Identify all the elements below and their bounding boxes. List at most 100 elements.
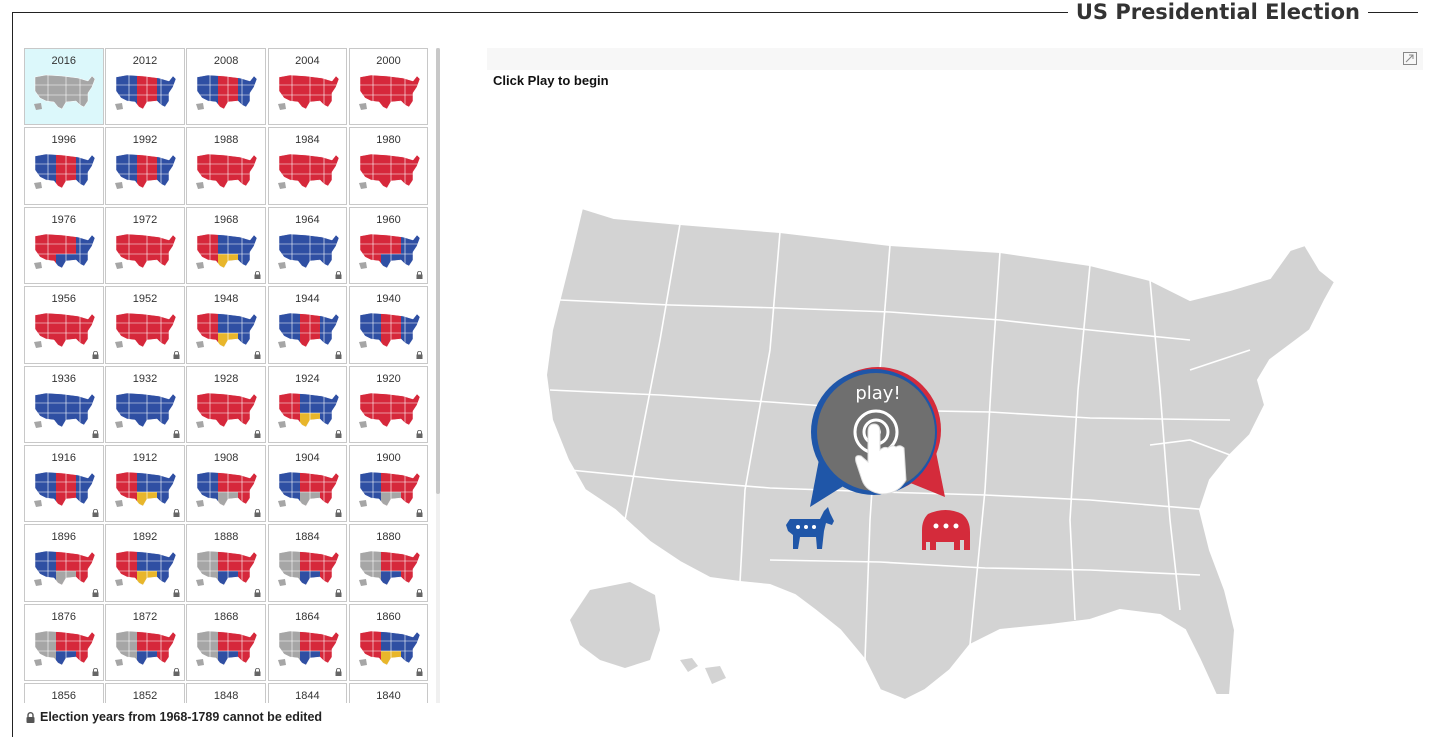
- year-tile[interactable]: 2004: [267, 48, 348, 126]
- mini-election-map: [358, 233, 421, 269]
- year-tile[interactable]: 1896: [24, 524, 104, 602]
- year-tile[interactable]: 1956: [24, 286, 104, 364]
- year-tile[interactable]: 1996: [24, 127, 104, 205]
- year-label: 1840: [376, 690, 401, 703]
- year-tile[interactable]: 1940: [348, 286, 429, 364]
- lock-icon: [26, 711, 35, 723]
- year-tile[interactable]: 1860: [348, 603, 429, 682]
- year-tile[interactable]: 1992: [105, 127, 185, 205]
- year-label: 1844: [295, 690, 320, 703]
- mini-election-map: [196, 233, 258, 269]
- year-label: 1948: [213, 293, 239, 306]
- mini-election-map: [358, 74, 421, 110]
- mini-election-map: [34, 392, 96, 428]
- year-label: 2016: [51, 55, 77, 67]
- year-tile[interactable]: 1912: [105, 444, 185, 523]
- year-tile[interactable]: 1920: [348, 365, 429, 443]
- year-label: 1916: [51, 451, 77, 464]
- year-tile[interactable]: 1928: [186, 365, 266, 443]
- year-tile[interactable]: 1876: [24, 603, 104, 682]
- year-tile[interactable]: 1980: [348, 127, 429, 205]
- mini-election-map: [358, 551, 421, 587]
- year-tile[interactable]: 1888: [186, 524, 266, 602]
- year-label: 1988: [213, 134, 239, 147]
- lock-icon: [254, 668, 261, 677]
- year-label: 1936: [51, 372, 77, 385]
- lock-icon: [173, 588, 180, 597]
- year-tile[interactable]: 1900: [348, 444, 429, 523]
- year-tile[interactable]: 1868: [186, 603, 266, 682]
- year-tile[interactable]: 1972: [105, 206, 185, 285]
- donkey-icon: [786, 507, 834, 549]
- year-tile[interactable]: 1924: [267, 365, 348, 443]
- year-label: 1964: [295, 213, 320, 226]
- year-tile[interactable]: 1932: [105, 365, 185, 443]
- mini-election-map: [34, 630, 96, 666]
- lock-icon: [416, 588, 423, 597]
- year-tile[interactable]: 1988: [186, 127, 266, 205]
- year-tile[interactable]: 1984: [267, 127, 348, 205]
- year-tile[interactable]: 1856: [24, 683, 104, 703]
- year-label: 1888: [213, 531, 239, 544]
- year-label: 1912: [132, 451, 158, 464]
- lock-icon: [173, 350, 180, 359]
- year-label: 1868: [213, 610, 239, 623]
- mini-election-map: [34, 312, 96, 349]
- mini-election-map: [277, 233, 339, 269]
- lock-icon: [335, 668, 342, 677]
- alaska-shape: [570, 582, 660, 668]
- year-label: 1928: [213, 372, 239, 385]
- mini-election-map: [115, 74, 177, 110]
- year-tile[interactable]: 2000: [348, 48, 429, 126]
- lock-icon: [92, 588, 99, 597]
- year-tile[interactable]: 1884: [267, 524, 348, 602]
- year-label: 2012: [132, 55, 158, 67]
- year-tile[interactable]: 1892: [105, 524, 185, 602]
- year-tile[interactable]: 1936: [24, 365, 104, 443]
- year-tile[interactable]: 1852: [105, 683, 185, 703]
- mini-election-map: [196, 630, 258, 666]
- mini-election-map: [115, 471, 177, 507]
- expand-icon[interactable]: [1403, 52, 1417, 65]
- year-tile[interactable]: 2012: [105, 48, 185, 126]
- year-tile[interactable]: 1844: [267, 683, 348, 703]
- mini-election-map: [115, 630, 177, 666]
- year-label: 1944: [295, 293, 320, 306]
- year-tile[interactable]: 1964: [267, 206, 348, 285]
- mini-election-map: [115, 551, 177, 587]
- year-label: 1892: [132, 531, 158, 544]
- year-tile[interactable]: 1864: [267, 603, 348, 682]
- mini-election-map: [277, 630, 339, 666]
- year-label: 1924: [295, 372, 320, 385]
- year-label: 1876: [51, 610, 77, 623]
- year-label: 1940: [376, 293, 401, 306]
- year-tile[interactable]: 1952: [105, 286, 185, 364]
- lock-icon: [335, 588, 342, 597]
- year-tile[interactable]: 2008: [186, 48, 266, 126]
- year-tile[interactable]: 1944: [267, 286, 348, 364]
- year-label: 1976: [51, 213, 77, 226]
- mini-election-map: [277, 154, 339, 190]
- year-tile[interactable]: 1872: [105, 603, 185, 682]
- mini-election-map: [358, 471, 421, 507]
- lock-icon: [254, 509, 261, 518]
- lock-icon: [335, 509, 342, 518]
- year-tile[interactable]: 1904: [267, 444, 348, 523]
- year-tile[interactable]: 1968: [186, 206, 266, 285]
- year-tile[interactable]: 2016: [24, 48, 104, 126]
- grid-scrollbar-thumb[interactable]: [436, 48, 440, 494]
- mini-election-map: [115, 154, 177, 190]
- year-tile[interactable]: 1976: [24, 206, 104, 285]
- year-tile[interactable]: 1908: [186, 444, 266, 523]
- year-tile[interactable]: 1880: [348, 524, 429, 602]
- year-tile[interactable]: 1848: [186, 683, 266, 703]
- mini-election-map: [34, 233, 96, 269]
- lock-icon: [254, 429, 261, 438]
- mini-election-map: [196, 471, 258, 507]
- year-tile[interactable]: 1960: [348, 206, 429, 285]
- year-tile[interactable]: 1916: [24, 444, 104, 523]
- year-label: 1992: [132, 134, 158, 147]
- year-label: 1968: [213, 213, 239, 226]
- year-tile[interactable]: 1840: [348, 683, 429, 703]
- year-tile[interactable]: 1948: [186, 286, 266, 364]
